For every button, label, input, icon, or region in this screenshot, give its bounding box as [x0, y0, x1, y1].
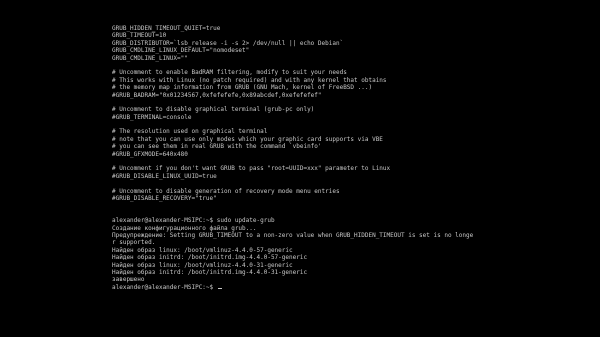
terminal-line: # Uncomment to enable BadRAM filtering, …	[112, 69, 347, 77]
terminal-line: GRUB_CMDLINE_LINUX=""	[112, 54, 188, 62]
shell-prompt: alexander@alexander-MSIPC:~$	[112, 283, 217, 291]
terminal-line: # The resolution used on graphical termi…	[112, 128, 268, 136]
terminal-line: # Uncomment to disable graphical termina…	[112, 106, 315, 114]
terminal-line: #GRUB_DISABLE_RECOVERY="true"	[112, 194, 217, 202]
terminal-line: alexander@alexander-MSIPC:~$ sudo update…	[112, 217, 275, 225]
terminal-line: завершено	[112, 276, 145, 284]
terminal-line: r supported.	[112, 239, 156, 247]
terminal-output: GRUB_HIDDEN_TIMEOUT_QUIET=true GRUB_TIMEO…	[112, 25, 492, 291]
terminal-line: # Uncomment if you don't want GRUB to pa…	[112, 165, 391, 173]
terminal-prompt-line[interactable]: alexander@alexander-MSIPC:~$	[112, 284, 492, 291]
terminal-line: #GRUB_DISABLE_LINUX_UUID=true	[112, 172, 217, 180]
terminal-line: GRUB_CMDLINE_LINUX_DEFAULT="nomodeset"	[112, 47, 250, 55]
terminal-line: # the memory map information from GRUB (…	[112, 84, 373, 92]
terminal-line: Создание конфигурационного файла grub...	[112, 224, 257, 232]
terminal-line: # you can see them in real GRUB with the…	[112, 143, 322, 151]
terminal-line: Найден образ linux: /boot/vmlinuz-4.4.0-…	[112, 261, 293, 269]
terminal-line: Найден образ initrd: /boot/initrd.img-4.…	[112, 268, 308, 276]
terminal-line: # Uncomment to disable generation of rec…	[112, 187, 340, 195]
terminal-line: # note that you can use only modes which…	[112, 135, 383, 143]
terminal-line: #GRUB_GFXMODE=640x480	[112, 150, 188, 158]
text-cursor	[217, 287, 222, 289]
terminal-line: #GRUB_BADRAM="0x01234567,0xfefefefe,0x89…	[112, 91, 322, 99]
terminal-line: #GRUB_TERMINAL=console	[112, 113, 192, 121]
terminal-line: GRUB_DISTRIBUTOR=`lsb_release -i -s 2> /…	[112, 39, 344, 47]
terminal-line: # This works with Linux (no patch requir…	[112, 76, 387, 84]
terminal-line: Найден образ initrd: /boot/initrd.img-4.…	[112, 254, 308, 262]
terminal-line: Найден образ linux: /boot/vmlinuz-4.4.0-…	[112, 246, 293, 254]
terminal-line: Предупреждение: Setting GRUB_TIMEOUT to …	[112, 231, 474, 239]
terminal-screen[interactable]: GRUB_HIDDEN_TIMEOUT_QUIET=true GRUB_TIMEO…	[0, 0, 600, 337]
terminal-line: GRUB_HIDDEN_TIMEOUT_QUIET=true	[112, 25, 221, 32]
terminal-line: GRUB_TIMEOUT=10	[112, 32, 167, 40]
